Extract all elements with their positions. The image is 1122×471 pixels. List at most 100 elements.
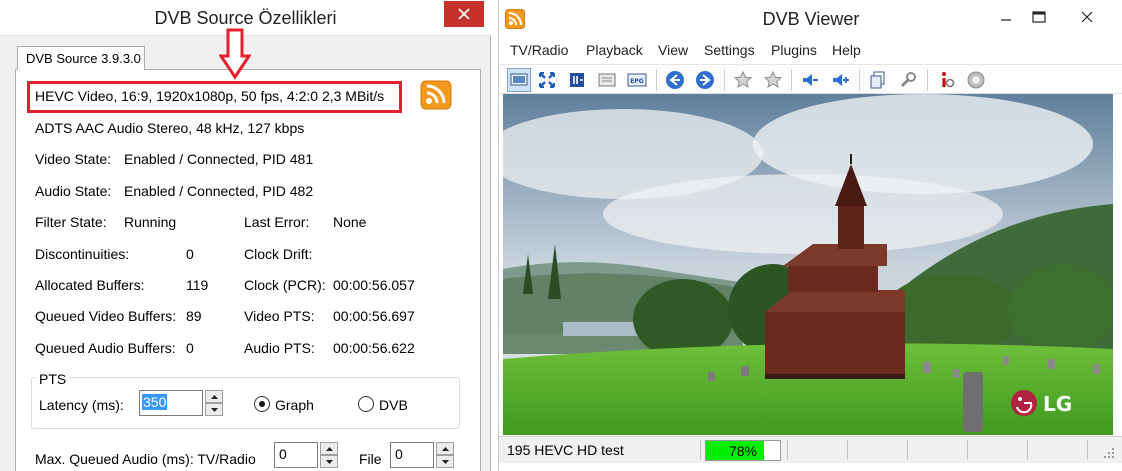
- tvradio-spinner[interactable]: 0: [274, 442, 318, 468]
- menu-plugins[interactable]: Plugins: [771, 42, 817, 58]
- menu-help[interactable]: Help: [832, 42, 861, 58]
- toolbar-osd-button[interactable]: [595, 68, 619, 92]
- clock-drift-label: Clock Drift:: [244, 246, 313, 262]
- signal-strength-text: 78%: [728, 443, 758, 459]
- toolbar-forward-button[interactable]: [693, 68, 717, 92]
- tab-dvb-source[interactable]: DVB Source 3.9.3.0: [17, 46, 145, 70]
- chevron-up-icon: [441, 446, 449, 451]
- latency-spinner[interactable]: 350: [139, 390, 203, 416]
- menu-view[interactable]: View: [658, 42, 688, 58]
- toolbar-record-button[interactable]: [964, 68, 988, 92]
- minimize-button[interactable]: [993, 6, 1019, 28]
- toolbar-monitor-button[interactable]: [507, 68, 531, 92]
- dvb-viewer-window: DVB Viewer TV/Radio Playback View Settin…: [498, 0, 1122, 471]
- status-separator: [700, 440, 701, 460]
- max-queued-audio-label: Max. Queued Audio (ms): TV/Radio: [35, 451, 256, 467]
- status-separator: [967, 440, 968, 460]
- stream-button[interactable]: [418, 79, 454, 111]
- toolbar-info-button[interactable]: [934, 68, 958, 92]
- epg-icon: EPG: [627, 73, 647, 87]
- last-error-value: None: [333, 214, 367, 230]
- title-bar: DVB Viewer: [499, 0, 1122, 38]
- menu-settings[interactable]: Settings: [704, 42, 755, 58]
- record-icon: [967, 71, 985, 89]
- queued-video-value: 89: [186, 308, 202, 324]
- latency-down-button[interactable]: [205, 403, 223, 416]
- toolbar-separator: [927, 69, 928, 91]
- maximize-icon: [1032, 11, 1046, 23]
- copy-icon: [870, 71, 885, 89]
- fullscreen-icon: [539, 72, 555, 88]
- tvradio-stepper[interactable]: [320, 442, 338, 468]
- close-button[interactable]: [444, 1, 484, 27]
- discontinuities-label: Discontinuities:: [35, 246, 130, 262]
- tools-icon: [900, 72, 916, 88]
- signal-strength-bar: 78%: [705, 440, 781, 461]
- tvradio-down-button[interactable]: [320, 455, 338, 468]
- queued-audio-label: Queued Audio Buffers:: [35, 340, 176, 356]
- latency-input[interactable]: 350: [142, 394, 168, 410]
- toolbar-volume-down-button[interactable]: [798, 68, 822, 92]
- chevron-down-icon: [441, 459, 449, 464]
- file-label: File: [359, 451, 382, 467]
- discontinuities-value: 0: [186, 246, 194, 262]
- toolbar: EPG: [499, 64, 1122, 94]
- dvb-source-properties-window: DVB Source Özellikleri DVB Source 3.9.3.…: [0, 0, 491, 471]
- info-icon: [942, 72, 955, 88]
- file-down-button[interactable]: [436, 455, 454, 468]
- status-separator: [1087, 440, 1088, 460]
- filter-state-label: Filter State:: [35, 214, 107, 230]
- toolbar-favorite-add-button[interactable]: [761, 68, 785, 92]
- status-separator: [787, 440, 788, 460]
- latency-label: Latency (ms):: [39, 397, 124, 413]
- monitor-icon: [510, 73, 528, 86]
- close-icon: [1081, 11, 1093, 23]
- toolbar-copy-button[interactable]: [866, 68, 890, 92]
- graph-radio[interactable]: [254, 396, 270, 412]
- latency-stepper[interactable]: [205, 390, 223, 416]
- filter-state-value: Running: [124, 214, 177, 230]
- audio-state-label: Audio State:: [35, 183, 112, 199]
- clock-pcr-label: Clock (PCR):: [244, 277, 326, 293]
- resize-grip-icon[interactable]: [1103, 447, 1115, 459]
- status-separator: [1027, 440, 1028, 460]
- tvradio-up-button[interactable]: [320, 442, 338, 455]
- channel-status-text: 195 HEVC HD test: [507, 442, 624, 458]
- dvb-radio[interactable]: [358, 396, 374, 412]
- toolbar-fullscreen-button[interactable]: [535, 68, 559, 92]
- latency-up-button[interactable]: [205, 390, 223, 403]
- osd-icon: [598, 73, 616, 87]
- pts-group-label: PTS: [36, 371, 70, 387]
- volume-down-icon: [803, 74, 818, 86]
- video-state-label: Video State:: [35, 151, 112, 167]
- forward-icon: [696, 71, 714, 89]
- teletext-icon: [570, 73, 584, 87]
- menu-bar: TV/Radio Playback View Settings Plugins …: [499, 40, 1122, 62]
- toolbar-separator: [791, 69, 792, 91]
- file-up-button[interactable]: [436, 442, 454, 455]
- file-spinner[interactable]: 0: [390, 442, 434, 468]
- tvradio-input[interactable]: 0: [279, 446, 287, 462]
- toolbar-teletext-button[interactable]: [565, 68, 589, 92]
- minimize-icon: [1001, 19, 1011, 21]
- dvb-radio-label: DVB: [379, 397, 408, 413]
- allocated-buffers-label: Allocated Buffers:: [35, 277, 145, 293]
- menu-playback[interactable]: Playback: [586, 42, 643, 58]
- file-stepper[interactable]: [436, 442, 454, 468]
- video-display[interactable]: LG: [503, 94, 1113, 435]
- close-button[interactable]: [1074, 6, 1100, 28]
- toolbar-favorite-button[interactable]: [731, 68, 755, 92]
- audio-info-text: ADTS AAC Audio Stereo, 48 kHz, 127 kbps: [35, 120, 305, 136]
- status-separator: [907, 440, 908, 460]
- audio-pts-value: 00:00:56.622: [333, 340, 415, 356]
- toolbar-back-button[interactable]: [663, 68, 687, 92]
- file-input[interactable]: 0: [395, 446, 403, 462]
- maximize-button[interactable]: [1026, 6, 1052, 28]
- toolbar-epg-button[interactable]: EPG: [625, 68, 649, 92]
- toolbar-volume-up-button[interactable]: [828, 68, 852, 92]
- video-info-text: HEVC Video, 16:9, 1920x1080p, 50 fps, 4:…: [35, 88, 385, 104]
- chevron-up-icon: [325, 446, 333, 451]
- window-title: DVB Source Özellikleri: [154, 8, 337, 28]
- toolbar-tools-button[interactable]: [896, 68, 920, 92]
- menu-tv-radio[interactable]: TV/Radio: [510, 42, 568, 58]
